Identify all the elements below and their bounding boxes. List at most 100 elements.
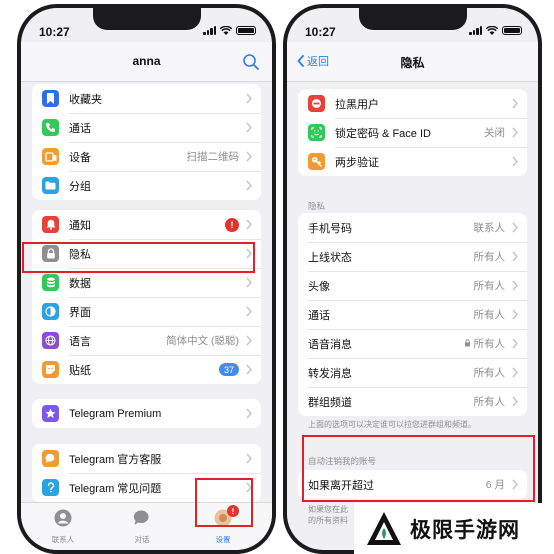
row-label: 语音消息: [308, 338, 352, 351]
privacy-row-phone[interactable]: 手机号码 联系人: [298, 213, 527, 242]
nav-bar: 返回 隐私: [287, 42, 538, 82]
chevron-right-icon: [512, 280, 518, 291]
highlight-box-privacy: [22, 242, 255, 273]
row-value: 联系人: [473, 222, 506, 234]
privacy-row-profile-photo[interactable]: 头像 所有人: [298, 271, 527, 300]
notch: [92, 8, 201, 30]
privacy-row-two-step[interactable]: 两步验证: [298, 147, 527, 176]
database-icon: [42, 274, 59, 291]
tab-chats[interactable]: 对话: [112, 509, 172, 545]
settings-row-language[interactable]: 语言 简体中文 (聪聪): [32, 326, 261, 355]
section-header-privacy: 隐私: [308, 201, 326, 211]
chevron-right-icon: [246, 219, 252, 230]
contacts-icon: [54, 509, 72, 527]
chevron-right-icon: [512, 251, 518, 262]
chevron-right-icon: [246, 408, 252, 419]
settings-row-devices[interactable]: 设备 扫描二维码: [32, 142, 261, 171]
settings-row-calls[interactable]: 通话: [32, 113, 261, 142]
chevron-right-icon: [246, 364, 252, 375]
blocked-icon: [308, 95, 325, 112]
privacy-row-groups[interactable]: 群组频道 所有人: [298, 387, 527, 416]
row-label: 收藏夹: [69, 93, 102, 106]
status-time: 10:27: [305, 25, 336, 39]
row-label: Telegram 常见问题: [69, 482, 162, 495]
highlight-box-auto-delete: [302, 435, 535, 502]
signal-icon: [469, 26, 482, 35]
count-badge: 37: [218, 363, 239, 376]
sticker-icon: [42, 361, 59, 378]
question-icon: [42, 479, 59, 496]
row-label: 设备: [69, 151, 91, 164]
settings-row-notifications[interactable]: 通知 !: [32, 210, 261, 239]
row-label: 通话: [69, 122, 91, 135]
status-icons: [469, 26, 522, 35]
small-lock-icon: [464, 339, 470, 347]
chevron-right-icon: [246, 93, 252, 104]
appearance-icon: [42, 303, 59, 320]
alert-badge: !: [225, 217, 239, 232]
watermark-text: 极限手游网: [410, 517, 520, 542]
chat-icon: [42, 450, 59, 467]
privacy-group-visibility: 手机号码 联系人 上线状态 所有人 头像 所有人 通话 所有人 语音消息 所有人…: [298, 213, 527, 416]
tab-label: 联系人: [51, 535, 75, 544]
privacy-group-security: 拉黑用户 锁定密码 & Face ID 关闭 两步验证: [298, 89, 527, 176]
settings-row-support[interactable]: Telegram 官方客服: [32, 444, 261, 473]
tab-contacts[interactable]: 联系人: [33, 509, 93, 545]
chevron-right-icon: [512, 222, 518, 233]
row-label: Telegram 官方客服: [69, 453, 162, 466]
row-value: 所有人: [473, 338, 506, 350]
signal-icon: [203, 26, 216, 35]
notch: [358, 8, 467, 30]
right-phone: 10:27 返回 隐私 拉黑用户 锁定密码 & Face ID 关闭 两步验证 …: [283, 4, 542, 554]
nav-bar: anna: [21, 42, 272, 82]
right-screen: 10:27 返回 隐私 拉黑用户 锁定密码 & Face ID 关闭 两步验证 …: [287, 8, 538, 550]
row-label: 手机号码: [308, 222, 352, 235]
row-value: 所有人: [473, 367, 506, 379]
privacy-row-voice-messages[interactable]: 语音消息 所有人: [298, 329, 527, 358]
faceid-icon: [308, 124, 325, 141]
row-value: 所有人: [473, 309, 506, 321]
row-label: 界面: [69, 306, 91, 319]
privacy-row-passcode[interactable]: 锁定密码 & Face ID 关闭: [298, 118, 527, 147]
site-logo-icon: [367, 511, 401, 545]
highlight-box-settings-tab: [195, 478, 253, 527]
chevron-right-icon: [246, 277, 252, 288]
privacy-row-blocked[interactable]: 拉黑用户: [298, 89, 527, 118]
privacy-row-forwarded[interactable]: 转发消息 所有人: [298, 358, 527, 387]
privacy-row-calls[interactable]: 通话 所有人: [298, 300, 527, 329]
settings-row-saved[interactable]: 收藏夹: [32, 84, 261, 113]
chevron-right-icon: [246, 335, 252, 346]
status-icons: [203, 26, 256, 35]
row-label: 群组频道: [308, 396, 352, 409]
chevron-right-icon: [512, 309, 518, 320]
settings-group-preferences: 通知 ! 隐私 数据 界面 语言 简体中文 (聪聪) 贴纸 37: [32, 210, 261, 384]
settings-row-folders[interactable]: 分组: [32, 171, 261, 200]
row-label: 通话: [308, 309, 330, 322]
row-value: 简体中文 (聪聪): [166, 335, 239, 347]
row-value-locked: 所有人: [464, 336, 505, 351]
left-phone: 10:27 anna 收藏夹 通话 设备 扫描二维码 分组 通知 ! 隐私 数据…: [17, 4, 276, 554]
row-label: Telegram Premium: [69, 407, 162, 420]
settings-group-premium: Telegram Premium: [32, 399, 261, 428]
chevron-right-icon: [512, 338, 518, 349]
nav-title: anna: [132, 54, 161, 68]
battery-icon: [236, 26, 256, 35]
privacy-row-last-seen[interactable]: 上线状态 所有人: [298, 242, 527, 271]
settings-row-stickers[interactable]: 贴纸 37: [32, 355, 261, 384]
chevron-right-icon: [246, 453, 252, 464]
search-icon[interactable]: [242, 53, 260, 71]
tab-label: 设置: [215, 535, 231, 544]
wifi-icon: [220, 26, 232, 35]
nav-title: 隐私: [400, 56, 425, 70]
row-label: 数据: [69, 277, 91, 290]
settings-group-main: 收藏夹 通话 设备 扫描二维码 分组: [32, 84, 261, 200]
row-label: 两步验证: [335, 156, 379, 169]
row-value: 所有人: [473, 396, 506, 408]
phone-icon: [42, 119, 59, 136]
chevron-right-icon: [246, 306, 252, 317]
left-screen: 10:27 anna 收藏夹 通话 设备 扫描二维码 分组 通知 ! 隐私 数据…: [21, 8, 272, 550]
row-label: 语言: [69, 335, 91, 348]
settings-row-premium[interactable]: Telegram Premium: [32, 399, 261, 428]
devices-icon: [42, 148, 59, 165]
settings-row-appearance[interactable]: 界面: [32, 297, 261, 326]
